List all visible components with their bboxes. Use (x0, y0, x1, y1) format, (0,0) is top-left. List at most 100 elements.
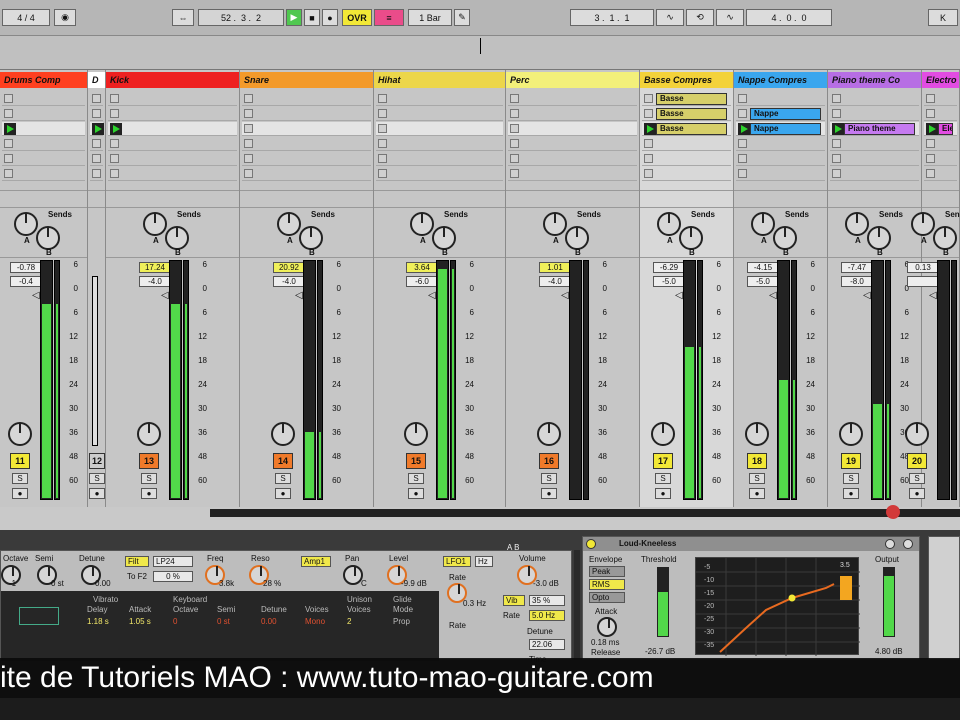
clip[interactable]: Basse (656, 123, 727, 135)
slot-stop-icon[interactable] (378, 109, 387, 118)
pan-knob[interactable] (651, 422, 675, 446)
volume-fader-handle[interactable]: ◁ (929, 290, 937, 301)
send-a-knob[interactable] (911, 212, 935, 236)
semi2-value[interactable]: 0 st (217, 617, 230, 626)
track-activator[interactable]: 18 (747, 453, 767, 469)
filter-type-select[interactable]: LP24 (153, 556, 193, 567)
clip-slot[interactable] (924, 92, 957, 106)
clip-slot[interactable] (508, 137, 637, 151)
clip-slot[interactable] (242, 122, 371, 136)
track-activator[interactable]: 19 (841, 453, 861, 469)
send-b-knob[interactable] (679, 226, 703, 250)
slot-stop-icon[interactable] (510, 154, 519, 163)
punch-in-button[interactable]: ∿ (656, 9, 684, 26)
clip-slot[interactable] (90, 122, 104, 136)
clip-slot[interactable] (242, 167, 371, 181)
overdub-button[interactable]: OVR (342, 9, 372, 26)
track-title[interactable]: Kick (106, 72, 239, 88)
solo-button[interactable]: S (89, 473, 105, 484)
send-a-knob[interactable] (143, 212, 167, 236)
clip-slot[interactable] (108, 167, 237, 181)
arm-button[interactable]: ● (89, 488, 105, 499)
slot-stop-icon[interactable] (832, 169, 841, 178)
track-title[interactable]: Basse Compres (640, 72, 733, 88)
detune2-field[interactable]: 22.06 (529, 639, 565, 650)
volume-field[interactable]: 1.01 (539, 262, 571, 273)
slot-stop-icon[interactable] (110, 154, 119, 163)
slot-stop-icon[interactable] (926, 94, 935, 103)
slot-stop-icon[interactable] (644, 154, 653, 163)
track-title[interactable]: Nappe Compres (734, 72, 827, 88)
clip-slot[interactable]: Elec (924, 122, 957, 136)
volume-fader-handle[interactable]: ◁ (428, 290, 436, 301)
slot-stop-icon[interactable] (738, 169, 747, 178)
clip-slot[interactable] (376, 107, 503, 121)
horizontal-scrollbar[interactable] (210, 505, 960, 519)
track-title[interactable]: Piano theme Co (828, 72, 921, 88)
volume-fader-handle[interactable]: ◁ (863, 290, 871, 301)
send-b-knob[interactable] (933, 226, 957, 250)
slot-stop-icon[interactable] (644, 169, 653, 178)
draw-mode-button[interactable]: ✎ (454, 9, 470, 26)
arrangement-ruler[interactable] (0, 36, 960, 70)
pan-field[interactable]: -8.0 (841, 276, 873, 287)
clip-slot[interactable] (508, 107, 637, 121)
clip-slot[interactable] (242, 152, 371, 166)
next-device[interactable] (928, 536, 960, 660)
vib-amount-field[interactable]: 35 % (529, 595, 565, 606)
send-b-knob[interactable] (867, 226, 891, 250)
slot-stop-icon[interactable] (110, 94, 119, 103)
clip-slot[interactable] (508, 122, 637, 136)
rms-button[interactable]: RMS (589, 579, 625, 590)
track-title[interactable]: Electro (922, 72, 959, 88)
glide-mode-value[interactable]: Prop (393, 617, 410, 626)
attack-knob[interactable] (597, 617, 617, 637)
clip-slot[interactable] (242, 92, 371, 106)
voices-value[interactable]: Mono (305, 617, 325, 626)
send-a-knob[interactable] (845, 212, 869, 236)
volume-fader-handle[interactable]: ◁ (769, 290, 777, 301)
solo-button[interactable]: S (655, 473, 671, 484)
slot-stop-icon[interactable] (4, 94, 13, 103)
clip-slot[interactable] (2, 167, 85, 181)
slot-stop-icon[interactable] (244, 154, 253, 163)
output-meter[interactable] (883, 567, 895, 637)
solo-button[interactable]: S (541, 473, 557, 484)
clip-slot[interactable] (376, 92, 503, 106)
send-b-knob[interactable] (36, 226, 60, 250)
solo-button[interactable]: S (275, 473, 291, 484)
amp-pan-knob[interactable] (343, 565, 363, 585)
send-a-knob[interactable] (543, 212, 567, 236)
pan-knob[interactable] (839, 422, 863, 446)
vib-rate-field[interactable]: 5.0 Hz (529, 610, 565, 621)
clip-slot[interactable] (736, 92, 825, 106)
clip-slot[interactable] (242, 137, 371, 151)
clip-slot[interactable] (2, 92, 85, 106)
slot-stop-icon[interactable] (510, 109, 519, 118)
track-title[interactable]: Snare (240, 72, 373, 88)
pan-knob[interactable] (271, 422, 295, 446)
clip-slot[interactable] (2, 107, 85, 121)
slot-stop-icon[interactable] (92, 169, 101, 178)
volume-fader-handle[interactable]: ◁ (161, 290, 169, 301)
pan-knob[interactable] (8, 422, 32, 446)
clip-slot[interactable]: Basse (642, 92, 731, 106)
slot-stop-icon[interactable] (738, 94, 747, 103)
solo-button[interactable]: S (12, 473, 28, 484)
slot-stop-icon[interactable] (738, 109, 747, 118)
delay-value[interactable]: 1.18 s (87, 617, 109, 626)
slot-stop-icon[interactable] (378, 169, 387, 178)
clip-slot[interactable] (642, 137, 731, 151)
slot-stop-icon[interactable] (244, 169, 253, 178)
follow-button[interactable]: ⇔ (172, 9, 194, 26)
slot-stop-icon[interactable] (378, 154, 387, 163)
track-activator[interactable]: 15 (406, 453, 426, 469)
slot-stop-icon[interactable] (92, 94, 101, 103)
clip-launch-icon[interactable] (738, 123, 750, 135)
clip-slot[interactable]: Basse (642, 107, 731, 121)
send-a-knob[interactable] (14, 212, 38, 236)
arm-button[interactable]: ● (843, 488, 859, 499)
clip-slot[interactable] (642, 167, 731, 181)
clip-slot[interactable] (90, 167, 103, 181)
track-activator[interactable]: 13 (139, 453, 159, 469)
